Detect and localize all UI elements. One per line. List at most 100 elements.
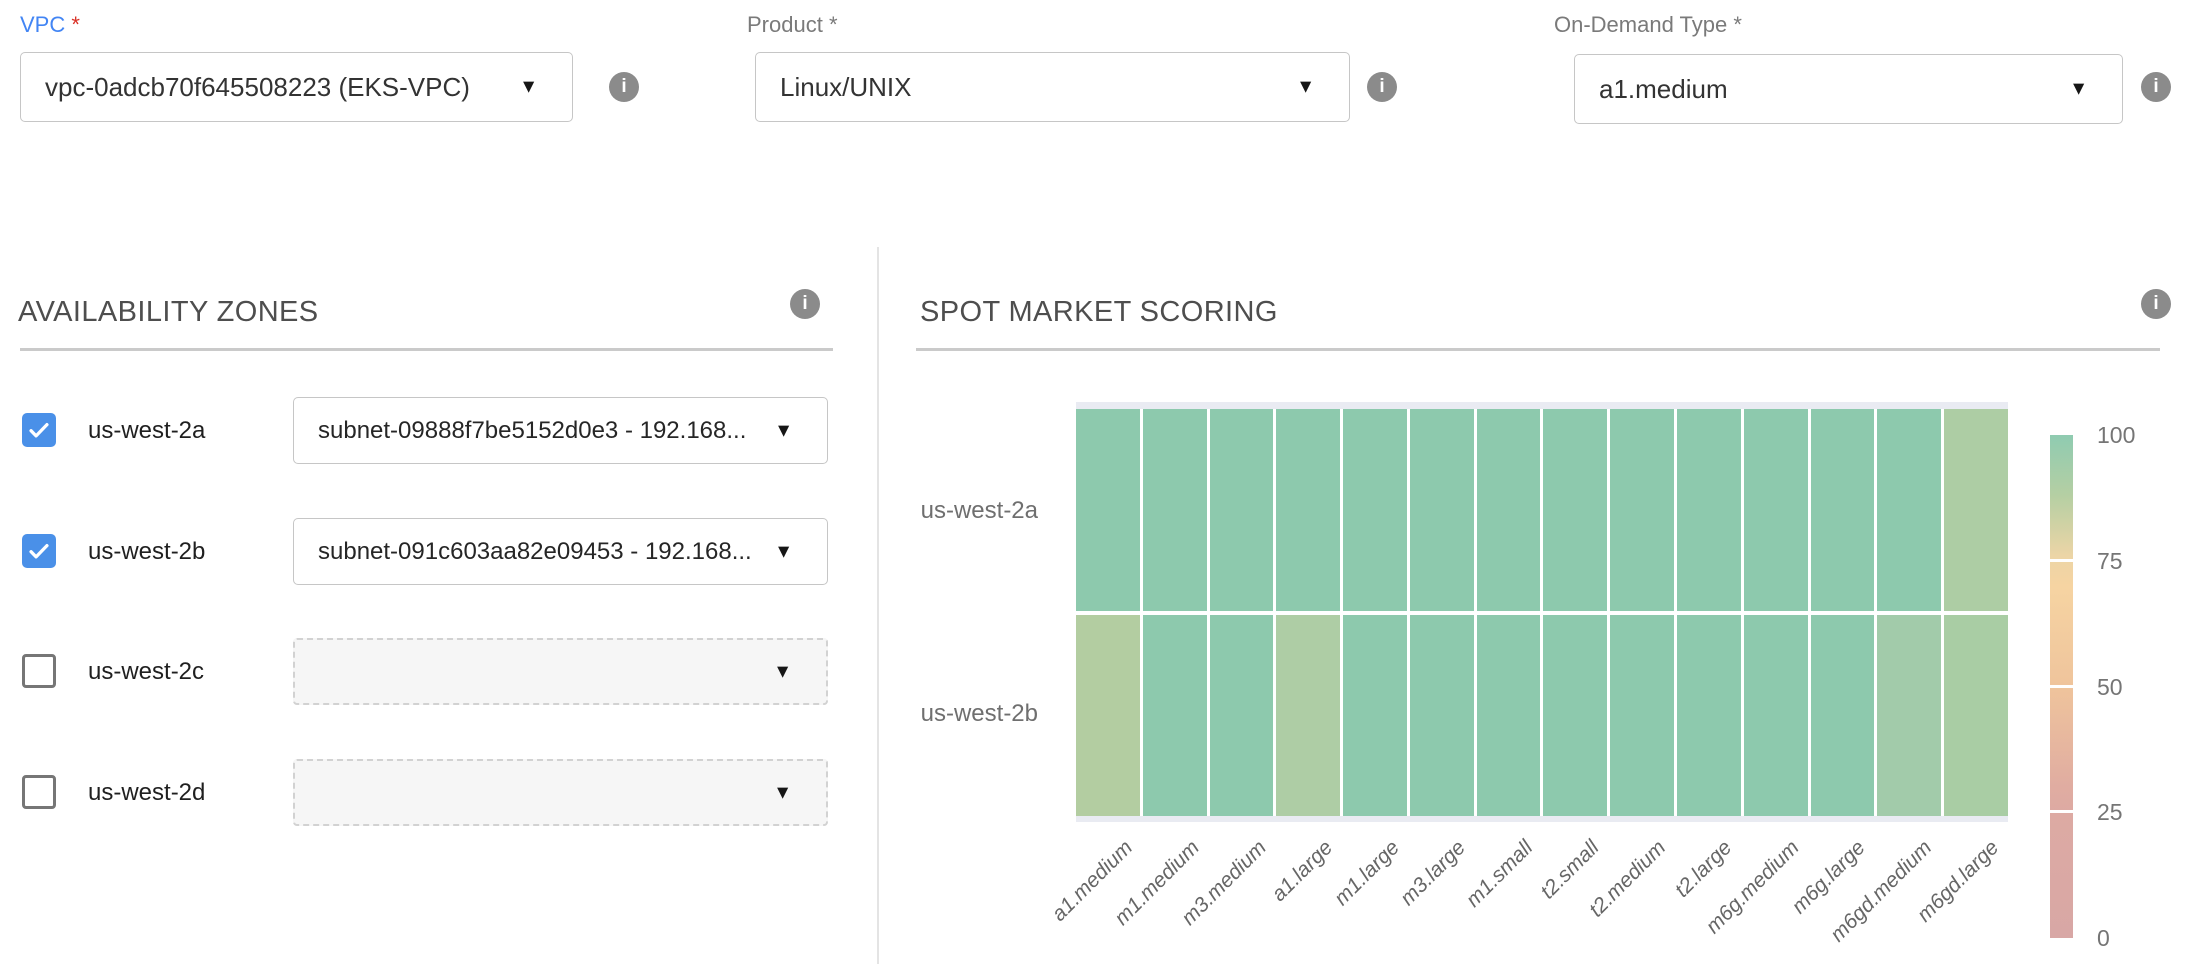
heatmap-grid <box>1076 409 2008 816</box>
colorbar-tick <box>2050 559 2073 562</box>
chevron-down-icon: ▼ <box>773 783 792 802</box>
spot-market-scoring-title: SPOT MARKET SCORING <box>920 296 1278 329</box>
heatmap-colorbar <box>2050 435 2073 938</box>
product-label-text: Product <box>747 12 823 37</box>
chevron-down-icon: ▼ <box>1296 78 1315 97</box>
heatmap-cell[interactable] <box>1677 409 1741 611</box>
heatmap-cell[interactable] <box>1811 615 1875 817</box>
heatmap-cell[interactable] <box>1076 615 1140 817</box>
az-row: us-west-2b subnet-091c603aa82e09453 - 19… <box>22 517 830 587</box>
az-checkbox[interactable] <box>22 534 56 568</box>
heatmap-cell[interactable] <box>1877 615 1941 817</box>
product-select[interactable]: Linux/UNIX ▼ <box>755 52 1350 122</box>
vpc-label: VPC * <box>20 12 80 38</box>
az-zone-label: us-west-2b <box>88 538 205 566</box>
heatmap-cell[interactable] <box>1477 615 1541 817</box>
az-checkbox[interactable] <box>22 654 56 688</box>
az-checkbox[interactable] <box>22 775 56 809</box>
az-row: us-west-2d ▼ <box>22 758 830 828</box>
availability-zones-title: AVAILABILITY ZONES <box>18 296 319 329</box>
y-axis-label: us-west-2a <box>838 497 1038 525</box>
availability-zones-rule <box>20 348 833 351</box>
check-icon <box>25 416 53 444</box>
colorbar-tick-label: 0 <box>2097 925 2110 952</box>
heatmap-cell[interactable] <box>1076 409 1140 611</box>
x-axis-label: t2.small <box>1536 836 1604 904</box>
heatmap-cell[interactable] <box>1677 615 1741 817</box>
vpc-select-value: vpc-0adcb70f645508223 (EKS-VPC) <box>45 72 470 103</box>
subnet-select[interactable]: ▼ <box>293 759 828 826</box>
spot-market-scoring-rule <box>916 348 2160 351</box>
vpc-info-icon[interactable]: i <box>609 72 639 102</box>
heatmap-cell[interactable] <box>1276 409 1340 611</box>
vpc-label-text: VPC <box>20 12 65 37</box>
spot-instance-config-page: VPC * vpc-0adcb70f645508223 (EKS-VPC) ▼ … <box>0 0 2196 964</box>
heatmap-cell[interactable] <box>1477 409 1541 611</box>
heatmap-cell[interactable] <box>1410 409 1474 611</box>
az-zone-label: us-west-2c <box>88 658 204 686</box>
info-glyph: i <box>802 293 807 315</box>
colorbar-tick-label: 50 <box>2097 674 2123 701</box>
heatmap-cell[interactable] <box>1811 409 1875 611</box>
colorbar-tick <box>2050 685 2073 688</box>
on-demand-type-label-text: On-Demand Type <box>1554 12 1727 37</box>
chevron-down-icon: ▼ <box>773 662 792 681</box>
heatmap-plot <box>1076 402 2008 822</box>
chevron-down-icon: ▼ <box>774 542 793 561</box>
info-glyph: i <box>2153 293 2158 315</box>
vpc-select[interactable]: vpc-0adcb70f645508223 (EKS-VPC) ▼ <box>20 52 573 122</box>
chevron-down-icon: ▼ <box>774 421 793 440</box>
heatmap-cell[interactable] <box>1143 409 1207 611</box>
product-required-mark: * <box>829 12 838 37</box>
heatmap-cell[interactable] <box>1210 615 1274 817</box>
x-axis-label: a1.medium <box>1048 836 1138 926</box>
heatmap-cell[interactable] <box>1944 615 2008 817</box>
heatmap-cell[interactable] <box>1143 615 1207 817</box>
x-axis-label: a1.large <box>1267 836 1338 907</box>
heatmap-cell[interactable] <box>1210 409 1274 611</box>
heatmap-cell[interactable] <box>1343 615 1407 817</box>
heatmap-cell[interactable] <box>1343 409 1407 611</box>
spot-market-scoring-info-icon[interactable]: i <box>2141 289 2171 319</box>
product-info-icon[interactable]: i <box>1367 72 1397 102</box>
subnet-select[interactable]: subnet-09888f7be5152d0e3 - 192.168... ▼ <box>293 397 828 464</box>
heatmap-cell[interactable] <box>1543 615 1607 817</box>
x-axis-label: m3.large <box>1396 836 1471 911</box>
info-glyph: i <box>621 76 626 98</box>
heatmap-cell[interactable] <box>1610 409 1674 611</box>
on-demand-type-select-value: a1.medium <box>1599 74 1728 105</box>
heatmap-cell[interactable] <box>1944 409 2008 611</box>
vpc-required-mark: * <box>71 12 80 37</box>
subnet-select[interactable]: ▼ <box>293 638 828 705</box>
heatmap-cell[interactable] <box>1744 409 1808 611</box>
availability-zones-info-icon[interactable]: i <box>790 289 820 319</box>
subnet-select-value: subnet-09888f7be5152d0e3 - 192.168... <box>318 417 746 445</box>
x-axis-label: m3.medium <box>1177 836 1272 931</box>
heatmap-cell[interactable] <box>1610 615 1674 817</box>
on-demand-type-required-mark: * <box>1733 12 1742 37</box>
heatmap-cell[interactable] <box>1543 409 1607 611</box>
colorbar-tick-label: 75 <box>2097 548 2123 575</box>
y-axis-label: us-west-2b <box>838 700 1038 728</box>
az-zone-label: us-west-2d <box>88 779 205 807</box>
section-divider <box>877 247 879 964</box>
az-zone-label: us-west-2a <box>88 417 205 445</box>
colorbar-tick-label: 100 <box>2097 422 2135 449</box>
colorbar-tick-label: 25 <box>2097 799 2123 826</box>
heatmap-cell[interactable] <box>1877 409 1941 611</box>
heatmap-cell[interactable] <box>1410 615 1474 817</box>
az-row: us-west-2a subnet-09888f7be5152d0e3 - 19… <box>22 396 830 466</box>
on-demand-type-info-icon[interactable]: i <box>2141 72 2171 102</box>
heatmap-cell[interactable] <box>1744 615 1808 817</box>
on-demand-type-label: On-Demand Type * <box>1554 12 1742 38</box>
x-axis-label: m6g.medium <box>1701 836 1804 939</box>
on-demand-type-select[interactable]: a1.medium ▼ <box>1574 54 2123 124</box>
check-icon <box>25 537 53 565</box>
heatmap-cell[interactable] <box>1276 615 1340 817</box>
x-axis-label: m6gd.large <box>1912 836 2003 927</box>
subnet-select[interactable]: subnet-091c603aa82e09453 - 192.168... ▼ <box>293 518 828 585</box>
x-axis-label: m6g.large <box>1788 836 1871 919</box>
az-checkbox[interactable] <box>22 413 56 447</box>
chevron-down-icon: ▼ <box>519 78 538 97</box>
subnet-select-value: subnet-091c603aa82e09453 - 192.168... <box>318 538 752 566</box>
